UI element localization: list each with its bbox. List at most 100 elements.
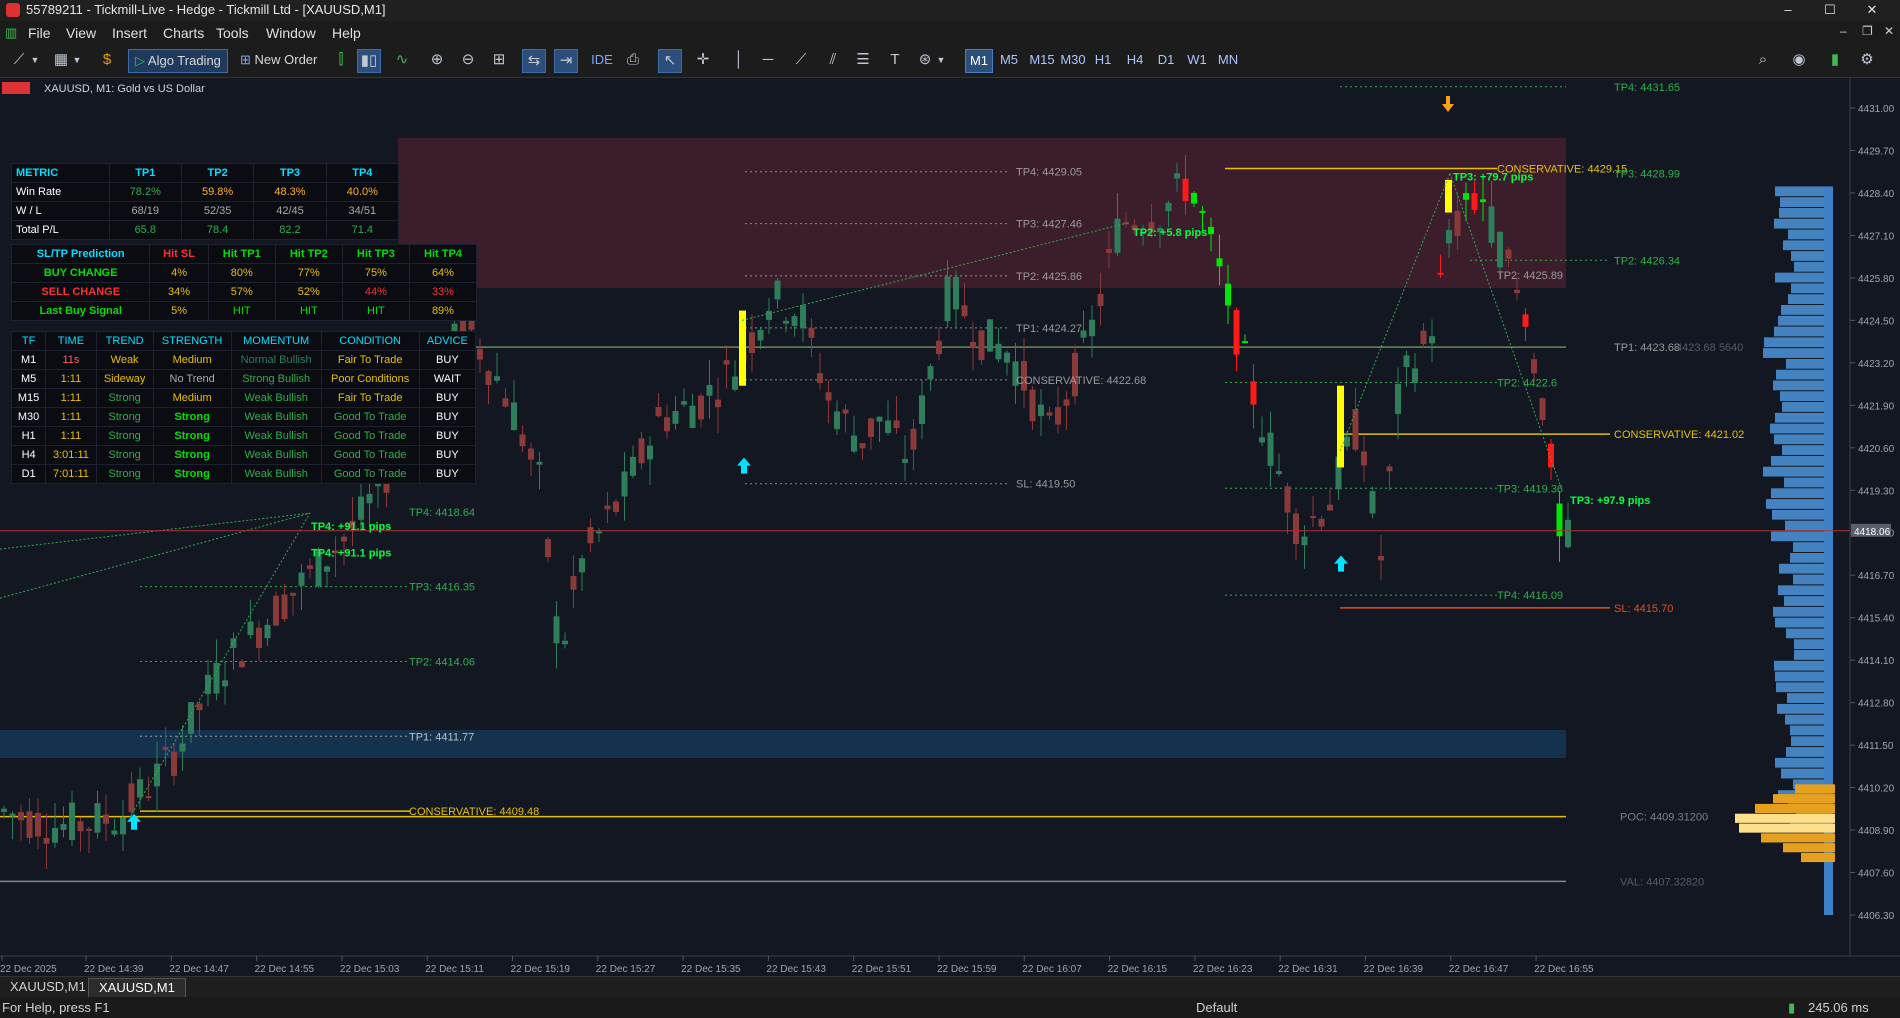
candle-body	[1029, 389, 1036, 422]
candle-body	[859, 443, 866, 449]
trend-cell: BUY	[418, 388, 477, 408]
algo-trading-button[interactable]: ▷ Algo Trading	[128, 49, 228, 73]
fibonacci-icon[interactable]: ☰	[852, 49, 874, 71]
candle-body	[1471, 193, 1478, 210]
signal-icon[interactable]: ▮	[1824, 49, 1846, 71]
grid-icon[interactable]: ⊞	[488, 49, 510, 71]
candle-body	[1437, 272, 1444, 275]
candle-body	[1208, 226, 1214, 235]
candle-body	[596, 531, 602, 534]
profile-name: Default	[1196, 1000, 1238, 1015]
zoom-out-icon[interactable]: ⊖	[457, 49, 479, 71]
hit-tp2-header: Hit TP2	[274, 244, 343, 264]
chevron-down-icon[interactable]: ▼	[72, 49, 82, 71]
new-order-label: New Order	[254, 52, 318, 67]
bar-chart-icon[interactable]: ⫿	[330, 49, 352, 71]
menu-help[interactable]: Help	[332, 25, 361, 41]
channel-icon[interactable]: ⫽	[822, 49, 844, 71]
shapes-icon[interactable]: ⊛	[914, 49, 936, 71]
timeframe-m1[interactable]: M1	[965, 49, 993, 73]
hit-tp1-header: Hit TP1	[207, 244, 276, 264]
candle-body	[281, 594, 288, 620]
line-chart-icon[interactable]: ∿	[391, 49, 413, 71]
price-tick-label: 4419.30	[1858, 486, 1895, 497]
text-icon[interactable]: T	[884, 49, 906, 71]
trend-cell: Strong	[95, 426, 154, 446]
zoom-in-icon[interactable]: ⊕	[426, 49, 448, 71]
crosshair-icon[interactable]: ✛	[692, 49, 714, 71]
metric-name: W / L	[11, 201, 110, 221]
candle-body	[196, 703, 203, 711]
sl-right-label: SL: 4415.70	[1614, 603, 1673, 615]
timeframe-m5[interactable]: M5	[996, 49, 1022, 71]
profile-bar	[1774, 326, 1824, 337]
maximize-button[interactable]: ☐	[1810, 0, 1850, 21]
horizontal-line-icon[interactable]: ─	[757, 49, 779, 71]
tp4-right-low-label: TP4: 4416.09	[1497, 590, 1563, 602]
ide-button[interactable]: IDE	[590, 49, 614, 71]
metric-cell: 40.0%	[325, 182, 400, 202]
chart-restore-button[interactable]: ❐	[1862, 24, 1873, 38]
market-icon[interactable]: $	[96, 49, 118, 71]
close-button[interactable]: ✕	[1852, 0, 1892, 21]
metric-cell: 68/19	[108, 201, 182, 221]
time-axis: 22 Dec 2025 22 Dec 14:39 22 Dec 14:47 22 De…	[0, 955, 1900, 975]
chart-close-button[interactable]: ✕	[1884, 24, 1894, 38]
trend-cell: Strong Bullish	[230, 369, 322, 389]
trend-header-cell: CONDITION	[320, 331, 420, 351]
table-row: M1 11s Weak Medium Normal Bullish Fair To Tra…	[10, 350, 477, 370]
chevron-down-icon[interactable]: ▼	[936, 49, 946, 71]
timeframe-m30[interactable]: M30	[1058, 49, 1088, 71]
chevron-down-icon[interactable]: ▼	[30, 49, 40, 71]
tab-xauusd-m1[interactable]: XAUUSD,M1	[0, 978, 96, 996]
chart-shift-icon[interactable]: ⇥	[554, 49, 578, 73]
trendline-icon[interactable]: ⟋	[790, 49, 812, 71]
candle-body	[77, 821, 84, 832]
metric-cell: 78.4	[180, 220, 255, 240]
profile-bar	[1791, 251, 1824, 261]
chart-tabs: XAUUSD,M1 XAUUSD,M1	[0, 976, 1900, 997]
timeframe-h1[interactable]: H1	[1090, 49, 1116, 71]
menu-tools[interactable]: Tools	[216, 25, 249, 41]
tab-xauusd-m1-active[interactable]: XAUUSD,M1	[88, 978, 186, 997]
chart-type-icon[interactable]: ⟋	[8, 49, 30, 71]
candlestick-chart-icon[interactable]: ▮▯	[357, 49, 381, 73]
new-order-button[interactable]: ⊞ New Order	[236, 49, 321, 71]
chart-minimize-button[interactable]: –	[1840, 24, 1847, 38]
candle-body	[1004, 352, 1010, 363]
timeframe-h4[interactable]: H4	[1122, 49, 1148, 71]
minimize-button[interactable]: –	[1768, 0, 1808, 21]
candle-body	[1301, 536, 1308, 546]
vertical-line-icon[interactable]: │	[728, 49, 750, 71]
autoscroll-icon[interactable]: ⇆	[522, 49, 546, 73]
timeframe-d1[interactable]: D1	[1153, 49, 1179, 71]
candle-body	[630, 456, 636, 476]
menu-view[interactable]: View	[66, 25, 96, 41]
account-icon[interactable]: ◉	[1788, 49, 1810, 71]
trend-cell: Fair To Trade	[320, 350, 420, 370]
trend-cell: Strong	[95, 445, 154, 465]
table-row: M15 1:11 Strong Medium Weak Bullish Fair To T…	[10, 388, 477, 408]
screenshot-icon[interactable]: ⎙	[622, 49, 644, 71]
menu-insert[interactable]: Insert	[112, 25, 147, 41]
demand-zone	[0, 730, 1566, 758]
timeframe-m15[interactable]: M15	[1027, 49, 1057, 71]
trend-cell: WAIT	[418, 369, 477, 389]
add-chart-icon[interactable]: ▦	[50, 49, 72, 71]
prediction-cell: 52%	[274, 282, 343, 302]
time-tick-label: 22 Dec 14:39	[84, 964, 144, 975]
search-icon[interactable]: ⌕	[1752, 49, 1774, 71]
cursor-icon[interactable]: ↖	[658, 49, 682, 73]
table-row: H4 3:01:11 Strong Strong Weak Bullish Good To…	[10, 445, 477, 465]
menu-charts[interactable]: Charts	[163, 25, 204, 41]
profile-bar	[1788, 294, 1824, 305]
menu-window[interactable]: Window	[266, 25, 316, 41]
metric-cell: 82.2	[253, 220, 327, 240]
timeframe-mn[interactable]: MN	[1215, 49, 1241, 71]
timeframe-w1[interactable]: W1	[1184, 49, 1210, 71]
candle-body	[1386, 466, 1393, 472]
menu-file[interactable]: File	[28, 25, 51, 41]
candle-body	[1293, 513, 1299, 545]
profile-bar	[1775, 412, 1824, 423]
settings-icon[interactable]: ⚙	[1856, 49, 1878, 71]
